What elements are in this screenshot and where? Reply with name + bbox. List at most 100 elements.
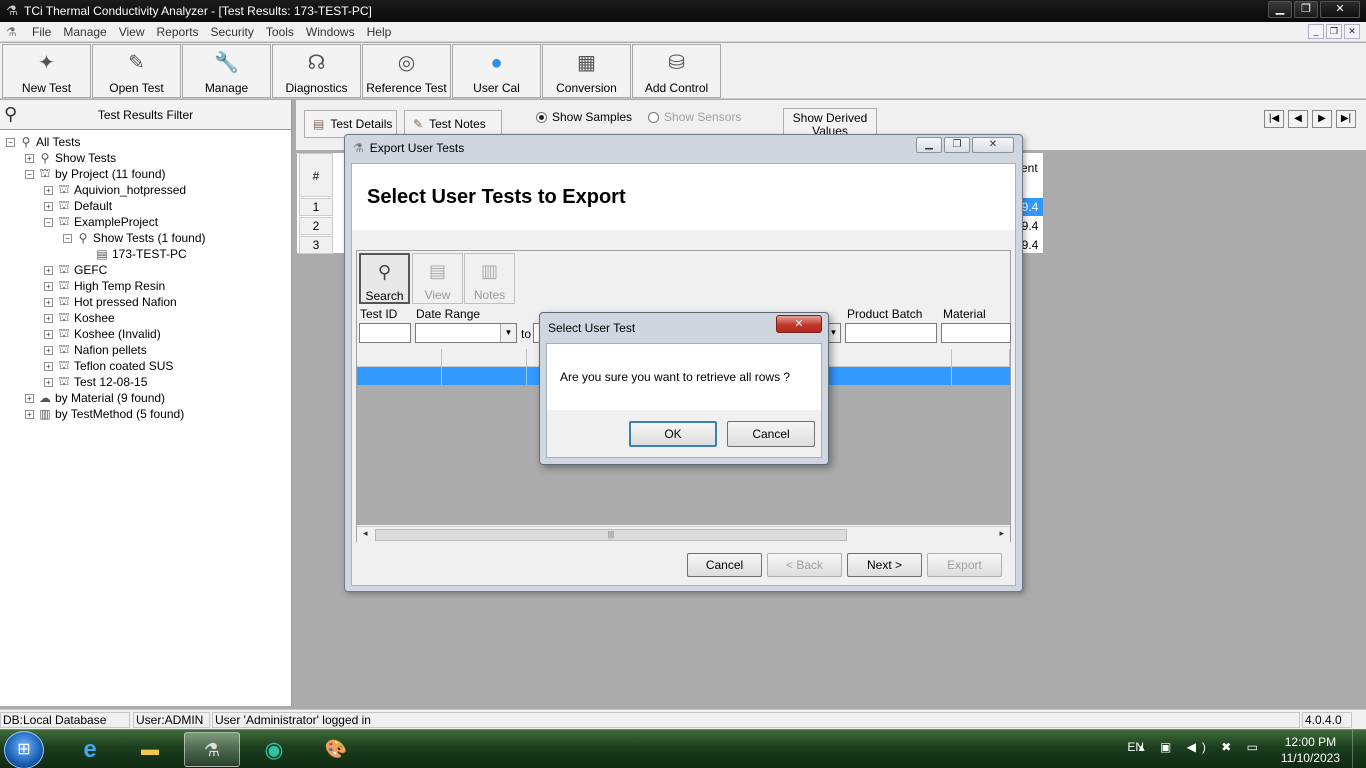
tree-item[interactable]: + ⚲ Show Tests xyxy=(0,150,290,166)
menu-tools[interactable]: Tools xyxy=(260,25,300,39)
scroll-right-icon[interactable]: ▸ xyxy=(999,528,1004,539)
ok-button[interactable]: OK xyxy=(629,421,717,447)
tree-item[interactable]: + ⛫ Test 12-08-15 xyxy=(0,374,290,390)
material-input[interactable] xyxy=(941,323,1011,343)
first-record-button[interactable]: |◀ xyxy=(1264,110,1284,128)
collapse-icon[interactable]: − xyxy=(6,137,15,147)
expand-icon[interactable]: + xyxy=(44,201,53,211)
export-close-button[interactable]: ✕ xyxy=(972,137,1014,153)
last-record-button[interactable]: ▶| xyxy=(1336,110,1356,128)
diagnostics-button[interactable]: ☊ Diagnostics xyxy=(272,44,361,98)
notes-button[interactable]: ▥ Notes xyxy=(464,253,515,304)
export-cancel-button[interactable]: Cancel xyxy=(687,553,762,577)
grid-column-header[interactable] xyxy=(357,349,442,367)
expand-icon[interactable]: + xyxy=(44,377,53,387)
user-cal-button[interactable]: ● User Cal xyxy=(452,44,541,98)
start-button[interactable]: ⊞ xyxy=(4,731,44,768)
scrollbar-thumb[interactable]: ||| xyxy=(375,529,847,541)
expand-icon[interactable]: + xyxy=(25,153,34,163)
expand-icon[interactable]: + xyxy=(44,345,53,355)
show-samples-radio[interactable]: Show Samples xyxy=(536,110,632,124)
grid-row-number[interactable]: 2 xyxy=(299,217,333,235)
expand-icon[interactable]: + xyxy=(44,329,53,339)
tree-item[interactable]: ▤ 173-TEST-PC xyxy=(0,246,290,262)
grid-cell[interactable] xyxy=(442,367,527,385)
tree-item[interactable]: − ⚲ Show Tests (1 found) xyxy=(0,230,290,246)
expand-icon[interactable]: + xyxy=(25,393,34,403)
confirm-cancel-button[interactable]: Cancel xyxy=(727,421,815,447)
export-minimize-button[interactable]: ▁ xyxy=(916,137,942,153)
tree-item[interactable]: + ⛫ Teflon coated SUS xyxy=(0,358,290,374)
mdi-minimize-button[interactable]: _ xyxy=(1308,24,1324,39)
tree-item[interactable]: + ▥ by TestMethod (5 found) xyxy=(0,406,290,422)
expand-icon[interactable]: + xyxy=(44,361,53,371)
tree-item[interactable]: − ⛫ ExampleProject xyxy=(0,214,290,230)
filter-header[interactable]: ⚲ Test Results Filter xyxy=(0,100,291,130)
tree-item[interactable]: + ⛫ GEFC xyxy=(0,262,290,278)
grid-row-number[interactable]: 3 xyxy=(299,236,333,254)
grid-cell[interactable] xyxy=(357,367,442,385)
show-desktop-button[interactable] xyxy=(1352,730,1366,768)
search-button[interactable]: ⚲ Search xyxy=(359,253,410,304)
menu-manage[interactable]: Manage xyxy=(57,25,112,39)
mdi-close-button[interactable]: ✕ xyxy=(1344,24,1360,39)
mdi-restore-button[interactable]: ❐ xyxy=(1326,24,1342,39)
expand-icon[interactable]: + xyxy=(25,409,34,419)
tree-item[interactable]: + ⛫ Hot pressed Nafion xyxy=(0,294,290,310)
grid-column-header[interactable] xyxy=(867,349,952,367)
file-explorer-taskbar-icon[interactable]: ▬ xyxy=(122,732,178,767)
tree-item[interactable]: + ⛫ Default xyxy=(0,198,290,214)
expand-icon[interactable]: + xyxy=(44,185,53,195)
scroll-left-icon[interactable]: ◂ xyxy=(363,528,368,539)
tree-item[interactable]: + ⛫ Koshee (Invalid) xyxy=(0,326,290,342)
tci-analyzer-taskbar-icon[interactable]: ⚗ xyxy=(184,732,240,767)
expand-icon[interactable]: + xyxy=(44,297,53,307)
add-control-button[interactable]: ⛁ Add Control xyxy=(632,44,721,98)
open-test-button[interactable]: ✎ Open Test xyxy=(92,44,181,98)
previous-record-button[interactable]: ◀ xyxy=(1288,110,1308,128)
collapse-icon[interactable]: − xyxy=(44,217,53,227)
close-button[interactable]: ✕ xyxy=(1320,1,1360,18)
mdi-document-icon[interactable]: ⚗ xyxy=(6,25,22,39)
paint-taskbar-icon[interactable]: 🎨 xyxy=(308,732,364,767)
menu-windows[interactable]: Windows xyxy=(300,25,361,39)
test-id-input[interactable] xyxy=(359,323,411,343)
grid-row-number[interactable]: 1 xyxy=(299,198,333,216)
collapse-icon[interactable]: − xyxy=(25,169,34,179)
product-batch-input[interactable] xyxy=(845,323,937,343)
manage-button[interactable]: 🔧 Manage xyxy=(182,44,271,98)
horizontal-scrollbar[interactable]: ◂ ||| ▸ xyxy=(357,526,1010,542)
confirm-close-button[interactable]: ✕ xyxy=(776,315,822,333)
minimize-button[interactable]: ▁ xyxy=(1268,1,1292,18)
next-button[interactable]: Next > xyxy=(847,553,922,577)
internet-explorer-taskbar-icon[interactable]: e xyxy=(62,732,118,767)
back-button[interactable]: < Back xyxy=(767,553,842,577)
conversion-button[interactable]: ▦ Conversion xyxy=(542,44,631,98)
expand-icon[interactable]: + xyxy=(44,313,53,323)
tree-item[interactable]: + ⛫ Aquivion_hotpressed xyxy=(0,182,290,198)
export-button[interactable]: Export xyxy=(927,553,1002,577)
menu-file[interactable]: File xyxy=(26,25,57,39)
expand-icon[interactable]: + xyxy=(44,265,53,275)
grid-column-header[interactable] xyxy=(952,349,1010,367)
app-icon[interactable]: ⚗ xyxy=(4,3,20,19)
tree-item[interactable]: + ☁ by Material (9 found) xyxy=(0,390,290,406)
reference-test-button[interactable]: ◎ Reference Test xyxy=(362,44,451,98)
tree-item[interactable]: + ⛫ High Temp Resin xyxy=(0,278,290,294)
grid-cell[interactable] xyxy=(867,367,952,385)
grid-column-header[interactable] xyxy=(442,349,527,367)
edge-taskbar-icon[interactable]: ◉ xyxy=(246,732,302,767)
menu-help[interactable]: Help xyxy=(361,25,398,39)
show-sensors-radio[interactable]: Show Sensors xyxy=(648,110,741,124)
tree-item[interactable]: + ⛫ Koshee xyxy=(0,310,290,326)
tree-item[interactable]: − ⛫ by Project (11 found) xyxy=(0,166,290,182)
view-button[interactable]: ▤ View xyxy=(412,253,463,304)
new-test-button[interactable]: ✦ New Test xyxy=(2,44,91,98)
collapse-icon[interactable]: − xyxy=(63,233,72,243)
maximize-button[interactable]: ❐ xyxy=(1294,1,1318,18)
export-maximize-button[interactable]: ❐ xyxy=(944,137,970,153)
date-range-start-select[interactable]: ▼ xyxy=(415,323,517,343)
tray-icons[interactable]: ▴ ▣ ◀) ✖ ▭ xyxy=(1139,740,1264,754)
next-record-button[interactable]: ▶ xyxy=(1312,110,1332,128)
menu-security[interactable]: Security xyxy=(205,25,260,39)
